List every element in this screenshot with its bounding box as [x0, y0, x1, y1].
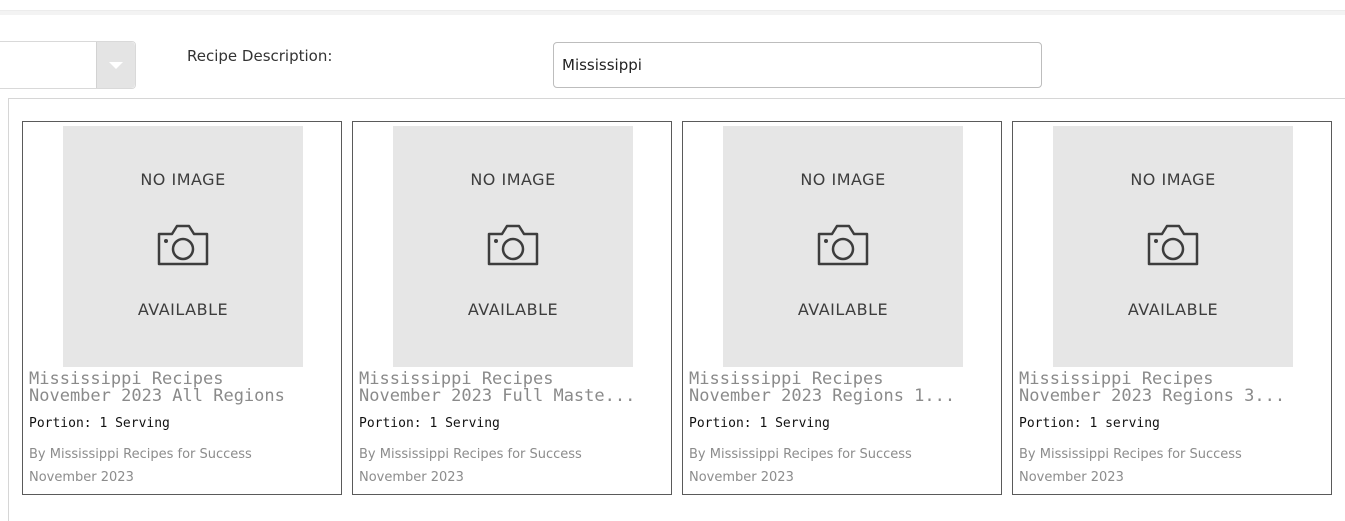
recipe-title[interactable]: Mississippi Recipes November 2023 Region… — [1019, 371, 1327, 405]
recipe-meta: By Mississippi Recipes for Success Novem… — [359, 443, 669, 489]
chevron-down-icon — [109, 62, 123, 69]
recipe-card[interactable]: NO IMAGE AVAILABLE Mississippi Recipes N… — [352, 121, 672, 495]
recipe-author: By Mississippi Recipes for Success — [29, 447, 252, 462]
recipe-date: November 2023 — [1019, 470, 1124, 485]
recipe-author: By Mississippi Recipes for Success — [1019, 447, 1242, 462]
recipe-author: By Mississippi Recipes for Success — [359, 447, 582, 462]
recipe-title[interactable]: Mississippi Recipes November 2023 Full M… — [359, 371, 667, 405]
no-image-placeholder: NO IMAGE AVAILABLE — [63, 126, 303, 367]
top-divider — [0, 10, 1345, 15]
recipe-portion: Portion: 1 Serving — [29, 416, 170, 431]
recipe-date: November 2023 — [29, 470, 134, 485]
camera-icon — [157, 224, 209, 265]
recipe-meta: By Mississippi Recipes for Success Novem… — [29, 443, 339, 489]
camera-icon — [1147, 224, 1199, 265]
camera-icon — [817, 224, 869, 265]
filter-dropdown[interactable] — [0, 41, 136, 89]
recipe-date: November 2023 — [689, 470, 794, 485]
recipe-card[interactable]: NO IMAGE AVAILABLE Mississippi Recipes N… — [1012, 121, 1332, 495]
recipe-meta: By Mississippi Recipes for Success Novem… — [1019, 443, 1329, 489]
no-image-placeholder: NO IMAGE AVAILABLE — [1053, 126, 1293, 367]
recipe-date: November 2023 — [359, 470, 464, 485]
recipe-description-label: Recipe Description: — [187, 47, 333, 65]
no-image-text: NO IMAGE — [1130, 170, 1216, 189]
camera-icon — [487, 224, 539, 265]
available-text: AVAILABLE — [467, 300, 559, 319]
recipe-title[interactable]: Mississippi Recipes November 2023 Region… — [689, 371, 997, 405]
recipe-author: By Mississippi Recipes for Success — [689, 447, 912, 462]
recipe-meta: By Mississippi Recipes for Success Novem… — [689, 443, 999, 489]
recipe-title-line2: November 2023 Regions 3... — [1019, 388, 1286, 405]
recipe-title-line1: Mississippi Recipes — [29, 371, 224, 388]
available-text: AVAILABLE — [137, 300, 229, 319]
no-image-placeholder: NO IMAGE AVAILABLE — [393, 126, 633, 367]
recipe-title-line1: Mississippi Recipes — [689, 371, 884, 388]
recipe-title-line2: November 2023 Full Maste... — [359, 388, 636, 405]
no-image-text: NO IMAGE — [140, 170, 226, 189]
recipe-portion: Portion: 1 Serving — [689, 416, 830, 431]
recipe-title-line1: Mississippi Recipes — [359, 371, 554, 388]
recipe-card[interactable]: NO IMAGE AVAILABLE Mississippi Recipes N… — [22, 121, 342, 495]
no-image-text: NO IMAGE — [470, 170, 556, 189]
dropdown-toggle[interactable] — [96, 42, 135, 88]
recipe-card[interactable]: NO IMAGE AVAILABLE Mississippi Recipes N… — [682, 121, 1002, 495]
recipe-title-line1: Mississippi Recipes — [1019, 371, 1214, 388]
no-image-text: NO IMAGE — [800, 170, 886, 189]
recipe-title[interactable]: Mississippi Recipes November 2023 All Re… — [29, 371, 337, 405]
available-text: AVAILABLE — [797, 300, 889, 319]
available-text: AVAILABLE — [1127, 300, 1219, 319]
recipe-portion: Portion: 1 serving — [1019, 416, 1160, 431]
no-image-placeholder: NO IMAGE AVAILABLE — [723, 126, 963, 367]
recipe-search-page: Recipe Description: NO IMAGE AVAILABLE M… — [0, 0, 1345, 521]
recipe-description-input[interactable] — [553, 42, 1042, 88]
recipe-title-line2: November 2023 Regions 1... — [689, 388, 956, 405]
recipe-title-line2: November 2023 All Regions — [29, 388, 285, 405]
recipe-portion: Portion: 1 Serving — [359, 416, 500, 431]
